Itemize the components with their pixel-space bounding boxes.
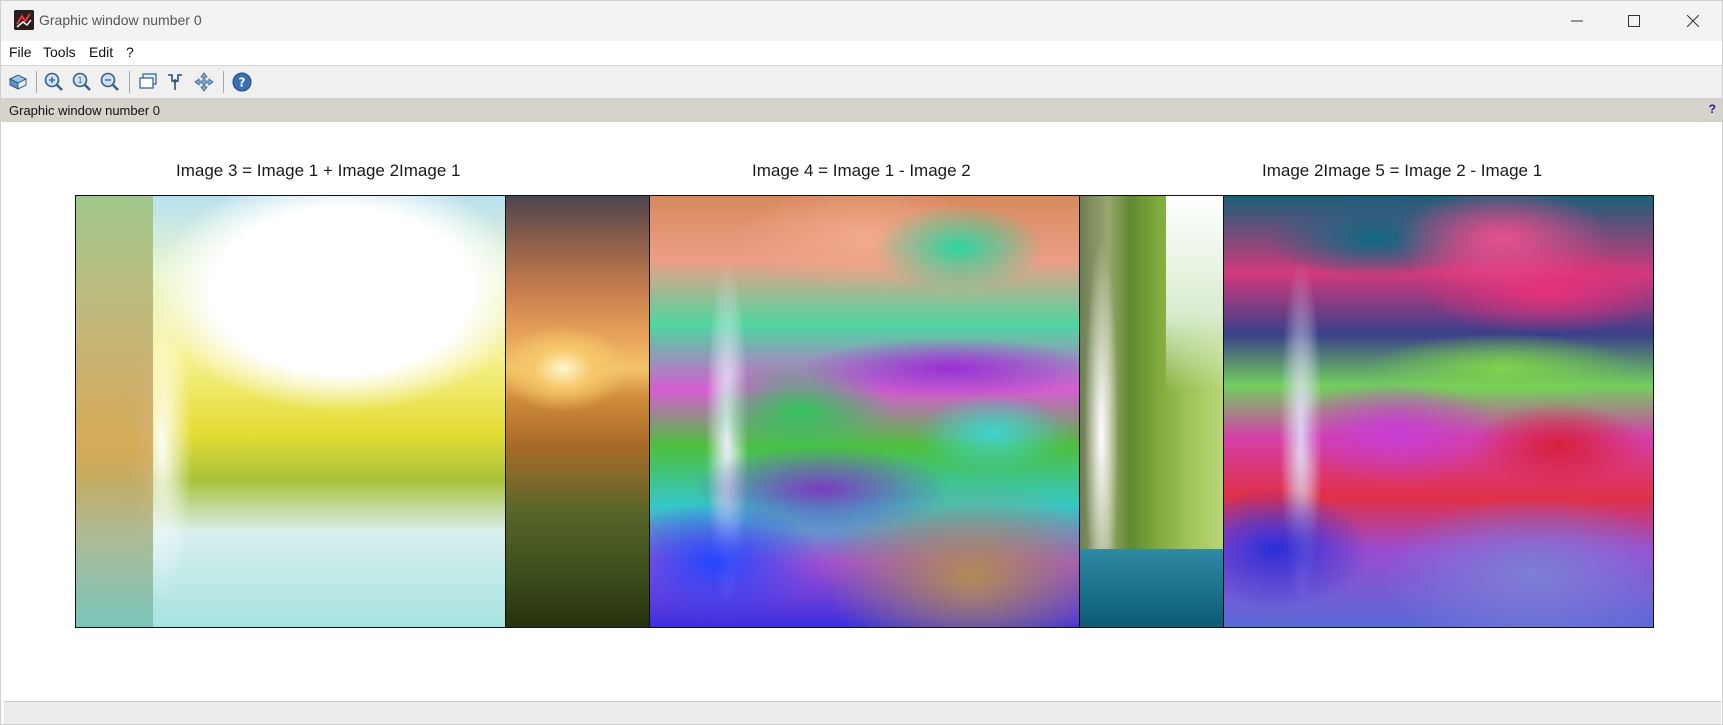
zoom-region-icon: 1 bbox=[72, 72, 91, 91]
graphic-canvas[interactable]: Image 3 = Image 1 + Image 2Image 1 Image… bbox=[4, 122, 1721, 700]
subplot-title-1: Image 3 = Image 1 + Image 2Image 1 bbox=[176, 161, 461, 180]
image-2-sky bbox=[1165, 196, 1223, 390]
zoom-region-button[interactable]: 1 bbox=[71, 71, 93, 93]
image-2-waterfall bbox=[1079, 195, 1224, 628]
menu-bar: File Tools Edit ? bbox=[1, 41, 1722, 66]
image-3-sum bbox=[75, 195, 506, 628]
menu-tools[interactable]: Tools bbox=[43, 44, 76, 60]
zoom-button[interactable] bbox=[43, 71, 65, 93]
subplot-title-2: Image 4 = Image 1 - Image 2 bbox=[752, 161, 971, 180]
image-2-pool bbox=[1080, 549, 1223, 627]
datatip-button[interactable] bbox=[137, 71, 159, 93]
info-bar-help[interactable]: ? bbox=[1709, 102, 1716, 116]
toolbar-separator bbox=[36, 71, 37, 93]
minimize-button[interactable] bbox=[1549, 1, 1605, 41]
maximize-button[interactable] bbox=[1606, 1, 1662, 41]
unzoom-icon bbox=[100, 72, 119, 91]
menu-file[interactable]: File bbox=[9, 44, 32, 60]
info-bar-text: Graphic window number 0 bbox=[9, 103, 161, 118]
window-title: Graphic window number 0 bbox=[39, 12, 202, 28]
status-bar bbox=[4, 701, 1721, 724]
subplot-title-3: Image 2Image 5 = Image 2 - Image 1 bbox=[1262, 161, 1543, 180]
image-3-left-cliff bbox=[76, 196, 154, 627]
datatip-select-icon bbox=[168, 74, 182, 90]
maximize-icon bbox=[1628, 15, 1640, 27]
graphic-window: Graphic window number 0 File Tools Edit … bbox=[0, 0, 1723, 725]
help-icon: ? bbox=[232, 72, 252, 92]
unzoom-button[interactable] bbox=[99, 71, 121, 93]
datatip-select-button[interactable] bbox=[165, 71, 187, 93]
toolbar: 1 ? bbox=[1, 66, 1722, 99]
help-button[interactable]: ? bbox=[231, 71, 253, 93]
pan-icon bbox=[194, 72, 214, 92]
toolbar-separator bbox=[223, 71, 224, 93]
zoom-icon bbox=[44, 72, 63, 91]
pan-button[interactable] bbox=[193, 71, 215, 93]
menu-edit[interactable]: Edit bbox=[89, 44, 113, 60]
image-5-difference bbox=[1223, 195, 1654, 628]
minimize-icon bbox=[1571, 20, 1583, 22]
title-bar: Graphic window number 0 bbox=[1, 1, 1722, 41]
scilab-app-icon bbox=[14, 10, 34, 30]
image-1-sunset bbox=[505, 195, 650, 628]
close-icon bbox=[1687, 15, 1699, 27]
info-bar: Graphic window number 0 ? bbox=[1, 99, 1722, 122]
menu-help[interactable]: ? bbox=[126, 44, 134, 60]
svg-text:?: ? bbox=[239, 76, 246, 90]
image-4-difference bbox=[649, 195, 1080, 628]
rotate-icon bbox=[8, 74, 28, 90]
close-button[interactable] bbox=[1665, 1, 1721, 41]
datatip-icon bbox=[139, 73, 157, 89]
toolbar-separator bbox=[129, 71, 130, 93]
svg-text:1: 1 bbox=[77, 76, 82, 85]
rotate-button[interactable] bbox=[7, 71, 29, 93]
